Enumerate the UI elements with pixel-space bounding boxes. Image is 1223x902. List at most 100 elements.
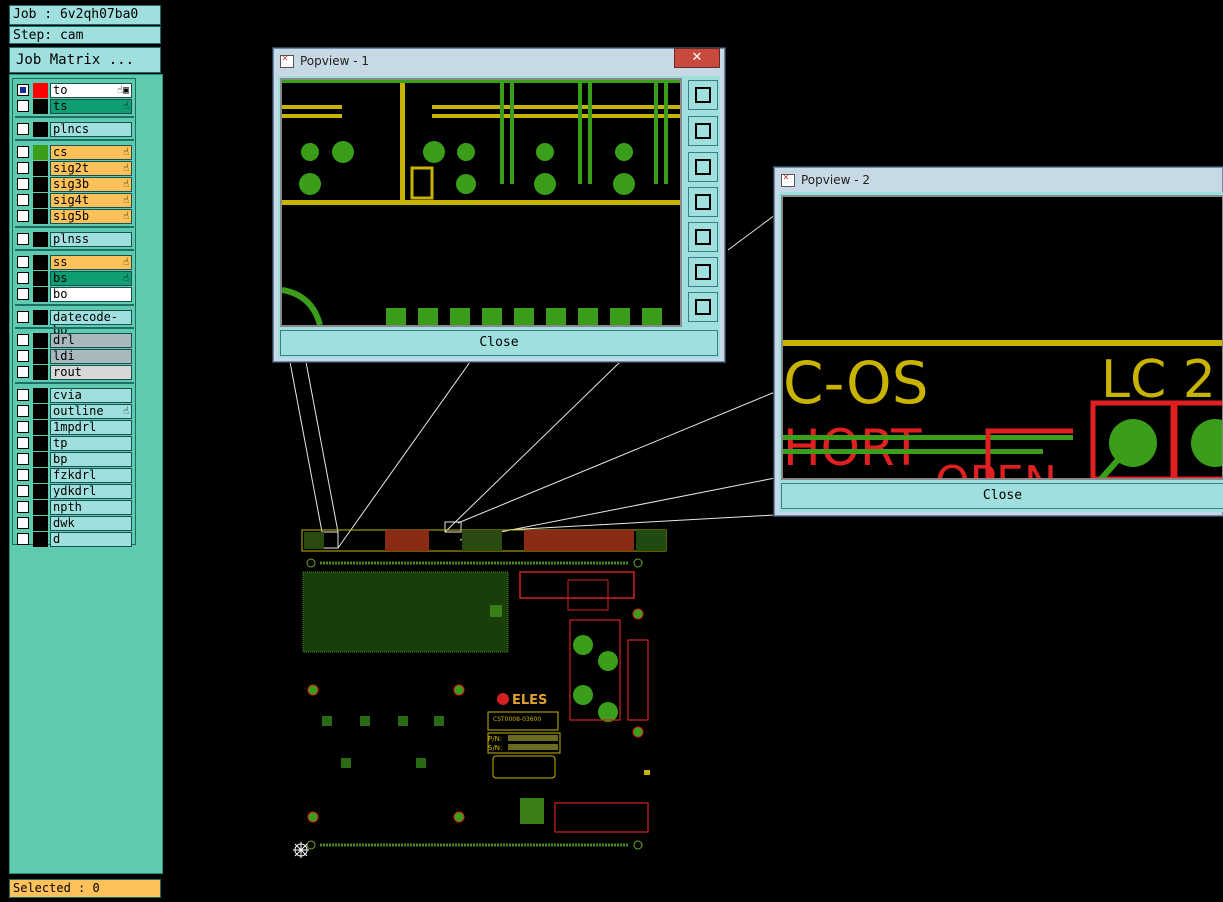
layer-name[interactable]: sig3b ☝: [50, 177, 132, 192]
layer-color-swatch[interactable]: [33, 310, 48, 325]
layer-checkbox[interactable]: [17, 233, 29, 245]
layer-checkbox[interactable]: [17, 533, 29, 545]
layer-color-swatch[interactable]: [33, 349, 48, 364]
layer-checkbox[interactable]: [17, 210, 29, 222]
layer-row-npth[interactable]: npth: [17, 500, 135, 515]
layer-name[interactable]: ts ☝: [50, 99, 132, 114]
layer-checkbox[interactable]: [17, 366, 29, 378]
layer-checkbox[interactable]: [17, 100, 29, 112]
layer-color-swatch[interactable]: [33, 255, 48, 270]
pan-right-icon[interactable]: [688, 222, 718, 252]
layer-checkbox[interactable]: [17, 146, 29, 158]
layer-name[interactable]: cvia: [50, 388, 132, 403]
layer-name[interactable]: bs ☝: [50, 271, 132, 286]
layer-name[interactable]: drl: [50, 333, 132, 348]
layer-checkbox[interactable]: [17, 517, 29, 529]
layer-row-fzkdrl[interactable]: fzkdrl: [17, 468, 135, 483]
layer-checkbox[interactable]: [17, 501, 29, 513]
layer-checkbox[interactable]: [17, 421, 29, 433]
layer-row-cvia[interactable]: cvia: [17, 388, 135, 403]
layer-color-swatch[interactable]: [33, 193, 48, 208]
popview-2-close-button[interactable]: Close: [781, 483, 1223, 509]
layer-color-swatch[interactable]: [33, 232, 48, 247]
layer-name[interactable]: plnss: [50, 232, 132, 247]
layer-checkbox[interactable]: [17, 453, 29, 465]
layer-name[interactable]: cs ☝: [50, 145, 132, 160]
layer-color-swatch[interactable]: [33, 333, 48, 348]
layer-row-rout[interactable]: rout: [17, 365, 135, 380]
layer-row-sig4t[interactable]: sig4t ☝: [17, 193, 135, 208]
layer-checkbox[interactable]: [17, 123, 29, 135]
layer-checkbox[interactable]: [17, 194, 29, 206]
layer-color-swatch[interactable]: [33, 161, 48, 176]
layer-color-swatch[interactable]: [33, 122, 48, 137]
layer-row-bs[interactable]: bs ☝: [17, 271, 135, 286]
layer-row-sig2t[interactable]: sig2t ☝: [17, 161, 135, 176]
job-matrix-button[interactable]: Job Matrix ...: [9, 47, 161, 73]
layer-checkbox[interactable]: [17, 334, 29, 346]
layer-name[interactable]: tp: [50, 436, 132, 451]
layer-checkbox[interactable]: [17, 437, 29, 449]
layer-checkbox[interactable]: [17, 256, 29, 268]
pan-down-icon[interactable]: [688, 152, 718, 182]
layer-name[interactable]: 1mpdrl: [50, 420, 132, 435]
layer-checkbox[interactable]: [17, 84, 29, 96]
layer-row-plncs[interactable]: plncs: [17, 122, 135, 137]
zoom-out-icon[interactable]: [688, 292, 718, 322]
layer-color-swatch[interactable]: [33, 99, 48, 114]
layer-row-outline[interactable]: outline ☝: [17, 404, 135, 419]
layer-name[interactable]: fzkdrl: [50, 468, 132, 483]
layer-row-ydkdrl[interactable]: ydkdrl: [17, 484, 135, 499]
layer-row-dwk[interactable]: dwk: [17, 516, 135, 531]
window-close-button[interactable]: ✕: [674, 48, 720, 68]
layer-color-swatch[interactable]: [33, 83, 48, 98]
layer-color-swatch[interactable]: [33, 404, 48, 419]
pan-up-icon[interactable]: [688, 116, 718, 146]
layer-checkbox[interactable]: [17, 350, 29, 362]
layer-name[interactable]: rout: [50, 365, 132, 380]
layer-color-swatch[interactable]: [33, 145, 48, 160]
layer-name[interactable]: plncs: [50, 122, 132, 137]
layer-row-drl[interactable]: drl: [17, 333, 135, 348]
layer-color-swatch[interactable]: [33, 287, 48, 302]
layer-row-1mpdrl[interactable]: 1mpdrl: [17, 420, 135, 435]
popview-1-viewport[interactable]: [280, 78, 682, 327]
layer-row-sig5b[interactable]: sig5b ☝: [17, 209, 135, 224]
layer-row-tp[interactable]: tp: [17, 436, 135, 451]
layer-checkbox[interactable]: [17, 288, 29, 300]
layer-color-swatch[interactable]: [33, 177, 48, 192]
layer-row-datecode-bo[interactable]: datecode-bo: [17, 310, 135, 337]
layer-checkbox[interactable]: [17, 162, 29, 174]
pan-left-icon[interactable]: [688, 187, 718, 217]
layer-checkbox[interactable]: [17, 311, 29, 323]
layer-color-swatch[interactable]: [33, 532, 48, 547]
layer-color-swatch[interactable]: [33, 271, 48, 286]
layer-name[interactable]: sig4t ☝: [50, 193, 132, 208]
layer-row-bp[interactable]: bp: [17, 452, 135, 467]
layer-row-ts[interactable]: ts ☝: [17, 99, 135, 114]
layer-row-ss[interactable]: ss ☝: [17, 255, 135, 270]
layer-checkbox[interactable]: [17, 485, 29, 497]
layer-row-bo[interactable]: bo: [17, 287, 135, 302]
layer-row-to[interactable]: to ☝▣: [17, 83, 135, 98]
layer-color-swatch[interactable]: [33, 500, 48, 515]
layer-name[interactable]: sig5b ☝: [50, 209, 132, 224]
layer-color-swatch[interactable]: [33, 484, 48, 499]
layer-color-swatch[interactable]: [33, 365, 48, 380]
layer-name[interactable]: outline ☝: [50, 404, 132, 419]
layer-row-plnss[interactable]: plnss: [17, 232, 135, 247]
layer-row-ldi[interactable]: ldi: [17, 349, 135, 364]
layer-name[interactable]: to ☝▣: [50, 83, 132, 98]
layer-name[interactable]: bp: [50, 452, 132, 467]
layer-name[interactable]: ydkdrl: [50, 484, 132, 499]
layer-name[interactable]: npth: [50, 500, 132, 515]
layer-name[interactable]: ldi: [50, 349, 132, 364]
layer-color-swatch[interactable]: [33, 452, 48, 467]
layer-name[interactable]: bo: [50, 287, 132, 302]
layer-checkbox[interactable]: [17, 469, 29, 481]
layer-checkbox[interactable]: [17, 389, 29, 401]
zoom-in-icon[interactable]: [688, 257, 718, 287]
popview-1-close-button[interactable]: Close: [280, 330, 718, 356]
layer-color-swatch[interactable]: [33, 388, 48, 403]
layer-checkbox[interactable]: [17, 405, 29, 417]
